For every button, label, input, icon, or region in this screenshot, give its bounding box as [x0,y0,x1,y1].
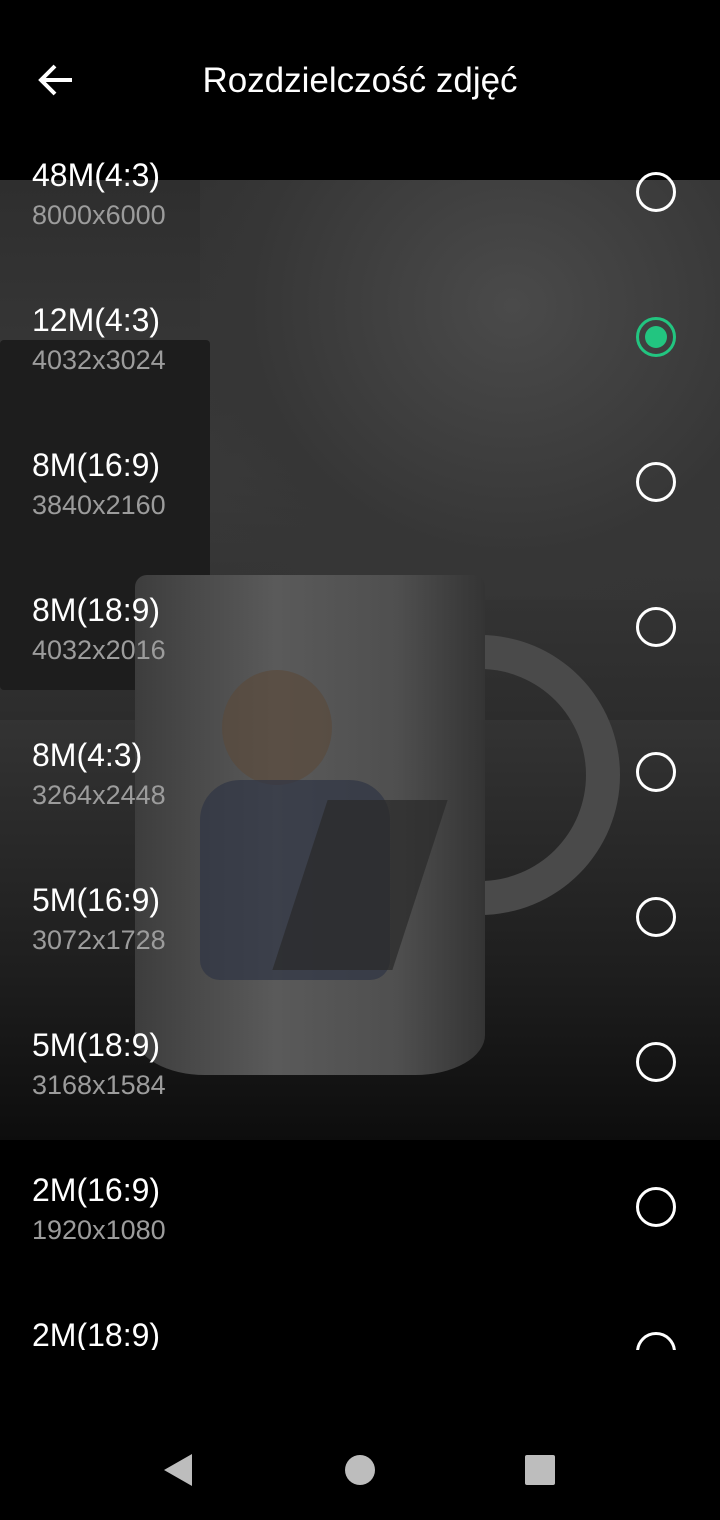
resolution-option[interactable]: 12M(4:3) 4032x3024 [0,290,720,435]
resolution-label: 12M(4:3) [32,302,161,338]
radio-button[interactable] [636,607,676,647]
resolution-option[interactable]: 2M(18:9) [0,1305,720,1350]
resolution-size: 1920x1080 [32,1215,166,1245]
resolution-list: 48M(4:3) 8000x6000 12M(4:3) 4032x3024 8M(16:… [0,145,720,1350]
radio-button[interactable] [636,1042,676,1082]
resolution-label: 5M(18:9) [32,1027,161,1063]
resolution-label: 2M(18:9) [32,1317,161,1350]
resolution-size: 4032x2016 [32,635,166,665]
nav-back-button[interactable] [158,1450,198,1490]
resolution-option[interactable]: 48M(4:3) 8000x6000 [0,145,720,290]
radio-button[interactable] [636,462,676,502]
page-title: Rozdzielczość zdjęć [202,61,518,100]
resolution-size: 3072x1728 [32,925,166,955]
resolution-size: 3264x2448 [32,780,166,810]
radio-button[interactable] [636,752,676,792]
resolution-size: 4032x3024 [32,345,166,375]
radio-button[interactable] [636,1187,676,1227]
resolution-label: 8M(18:9) [32,592,161,628]
radio-button[interactable] [636,1332,676,1350]
resolution-option[interactable]: 2M(16:9) 1920x1080 [0,1160,720,1305]
resolution-label: 8M(4:3) [32,737,143,773]
resolution-size: 8000x6000 [32,200,166,230]
resolution-label: 8M(16:9) [32,447,161,483]
nav-back-triangle-icon [164,1454,192,1486]
resolution-option[interactable]: 8M(4:3) 3264x2448 [0,725,720,870]
resolution-size: 3840x2160 [32,490,166,520]
nav-recents-square-icon [525,1455,555,1485]
top-app-bar: Rozdzielczość zdjęć [0,0,720,160]
resolution-label: 5M(16:9) [32,882,161,918]
radio-button-selected[interactable] [636,317,676,357]
radio-button[interactable] [636,897,676,937]
nav-home-circle-icon [345,1455,375,1485]
resolution-size: 3168x1584 [32,1070,166,1100]
radio-button[interactable] [636,172,676,212]
nav-home-button[interactable] [340,1450,380,1490]
resolution-option[interactable]: 8M(16:9) 3840x2160 [0,435,720,580]
resolution-option[interactable]: 5M(18:9) 3168x1584 [0,1015,720,1160]
resolution-option[interactable]: 8M(18:9) 4032x2016 [0,580,720,725]
system-navigation-bar [0,1420,720,1520]
nav-recents-button[interactable] [520,1450,560,1490]
resolution-label: 48M(4:3) [32,157,161,193]
resolution-label: 2M(16:9) [32,1172,161,1208]
resolution-option[interactable]: 5M(16:9) 3072x1728 [0,870,720,1015]
